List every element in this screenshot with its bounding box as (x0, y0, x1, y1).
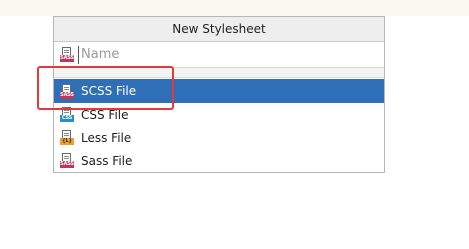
icon-tag: SASS (60, 55, 74, 62)
file-type-css[interactable]: CSS CSS File (54, 103, 384, 126)
name-row: SASS (54, 42, 384, 68)
background-strip (0, 0, 469, 16)
file-type-less[interactable]: {L} Less File (54, 126, 384, 149)
icon-tag: SASS (60, 161, 74, 168)
sass-file-icon: SASS (60, 47, 74, 62)
dialog-title: New Stylesheet (54, 17, 384, 42)
icon-tag: CSS (60, 115, 74, 122)
css-file-icon: CSS (60, 107, 74, 122)
file-type-label: SCSS File (81, 84, 137, 98)
file-type-label: Less File (81, 130, 132, 145)
file-type-label: CSS File (81, 107, 129, 122)
sass-file-icon: SASS (60, 153, 74, 168)
new-stylesheet-dialog: New Stylesheet SASS SASS SCSS File CSS C… (53, 16, 385, 173)
file-type-scss[interactable]: SASS SCSS File (54, 79, 384, 103)
icon-tag: {L} (60, 138, 74, 145)
less-file-icon: {L} (60, 130, 74, 145)
file-type-list: SASS SCSS File CSS CSS File {L} Less Fil… (54, 78, 384, 172)
file-type-sass[interactable]: SASS Sass File (54, 149, 384, 172)
name-input[interactable] (78, 45, 331, 64)
icon-tag: SASS (60, 91, 74, 99)
separator (54, 68, 384, 78)
file-type-label: Sass File (81, 153, 133, 168)
scss-file-icon: SASS (60, 83, 74, 99)
